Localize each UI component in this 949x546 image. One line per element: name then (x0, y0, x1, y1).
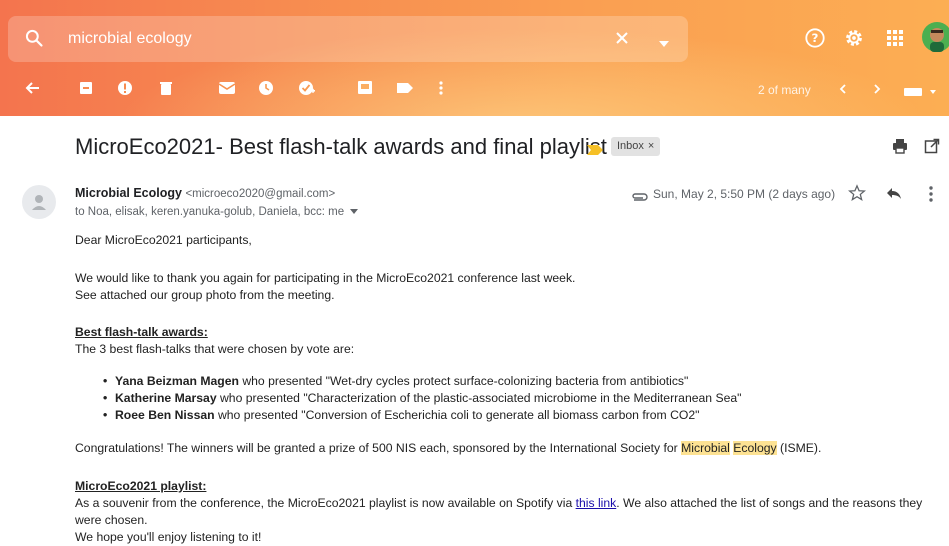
search-icon[interactable] (24, 28, 44, 53)
open-new-window-icon[interactable] (924, 138, 940, 159)
winner-talk: who presented "Wet-dry cycles protect su… (238, 374, 689, 388)
more-options-icon[interactable] (928, 185, 934, 208)
more-actions-icon[interactable] (438, 80, 444, 101)
winner-talk: who presented "Characterization of the p… (216, 391, 742, 405)
clear-search-icon[interactable] (612, 28, 632, 53)
importance-marker-icon[interactable] (587, 142, 603, 160)
attachment-clip-icon (630, 189, 648, 207)
search-bar[interactable]: microbial ecology (8, 16, 688, 62)
playlist-continuation: were chosen. (75, 513, 148, 527)
archive-icon[interactable] (78, 80, 94, 101)
recipients-line[interactable]: to Noa, elisak, keren.yanuka-golub, Dani… (75, 206, 359, 218)
snooze-clock-icon[interactable] (258, 80, 274, 101)
remove-label-icon[interactable]: × (648, 140, 654, 152)
playlist-heading: MicroEco2021 playlist: (75, 479, 207, 493)
add-to-tasks-icon[interactable] (298, 80, 316, 101)
person-icon (32, 195, 46, 210)
congrats-paragraph: Congratulations! The winners will be gra… (75, 440, 821, 456)
help-icon[interactable]: ? (804, 27, 826, 54)
recipients: to Noa, elisak, keren.yanuka-golub, Dani… (75, 206, 345, 218)
greeting: Dear MicroEco2021 participants, (75, 233, 252, 247)
search-highlight: Microbial (681, 441, 730, 455)
closing-line: We hope you'll enjoy listening to it! (75, 530, 262, 544)
account-avatar[interactable] (922, 22, 949, 57)
congrats-text: Congratulations! The winners will be gra… (75, 441, 682, 455)
show-details-chevron-icon[interactable] (350, 208, 359, 215)
awards-intro: The 3 best flash-talks that were chosen … (75, 342, 355, 356)
list-item: Yana Beizman Magen who presented "Wet-dr… (103, 373, 689, 389)
winner-name: Roee Ben Nissan (115, 408, 215, 422)
svg-text:?: ? (812, 31, 819, 45)
playlist-paragraph: As a souvenir from the conference, the M… (75, 495, 922, 511)
reply-icon[interactable] (886, 186, 902, 205)
awards-heading: Best flash-talk awards: (75, 325, 208, 339)
newer-chevron-icon[interactable] (838, 82, 848, 100)
apps-grid-icon[interactable] (886, 29, 904, 52)
settings-gear-icon[interactable] (843, 27, 865, 54)
star-icon[interactable] (848, 184, 866, 207)
search-highlight: Ecology (733, 441, 777, 455)
playlist-text: As a souvenir from the conference, the M… (75, 496, 576, 510)
sender-email: <microeco2020@gmail.com> (185, 188, 336, 200)
inbox-label-chip[interactable]: Inbox × (611, 137, 661, 156)
back-arrow-icon[interactable] (25, 80, 41, 101)
list-item: Katherine Marsay who presented "Characte… (103, 390, 742, 406)
input-tools-icon[interactable] (904, 84, 940, 102)
winner-name: Yana Beizman Magen (115, 374, 239, 388)
print-icon[interactable] (892, 138, 908, 159)
winner-talk: who presented "Conversion of Escherichia… (214, 408, 700, 422)
delete-icon[interactable] (158, 80, 174, 101)
list-item: Roee Ben Nissan who presented "Conversio… (103, 407, 700, 423)
sender-avatar[interactable] (22, 185, 56, 219)
spotify-link[interactable]: this link (576, 496, 617, 510)
report-spam-icon[interactable] (117, 80, 133, 101)
body-paragraph-2: See attached our group photo from the me… (75, 288, 335, 302)
sender-line: Microbial Ecology <microeco2020@gmail.co… (75, 186, 335, 200)
older-chevron-icon[interactable] (872, 82, 882, 100)
playlist-text-end: . We also attached the list of songs and… (616, 496, 923, 510)
email-date: Sun, May 2, 5:50 PM (2 days ago) (653, 187, 836, 201)
search-options-icon[interactable] (658, 35, 670, 53)
pager-count: 2 of many (758, 83, 811, 97)
search-input[interactable]: microbial ecology (68, 30, 192, 48)
label-tag-icon[interactable] (396, 80, 414, 101)
winner-name: Katherine Marsay (115, 391, 217, 405)
body-paragraph-1: We would like to thank you again for par… (75, 271, 576, 285)
sender-name[interactable]: Microbial Ecology (75, 186, 182, 200)
inbox-label-text: Inbox (617, 140, 644, 152)
congrats-text-end: (ISME). (776, 441, 822, 455)
email-subject: MicroEco2021- Best flash-talk awards and… (75, 134, 607, 159)
mark-unread-icon[interactable] (218, 80, 236, 101)
move-to-icon[interactable] (357, 80, 375, 101)
